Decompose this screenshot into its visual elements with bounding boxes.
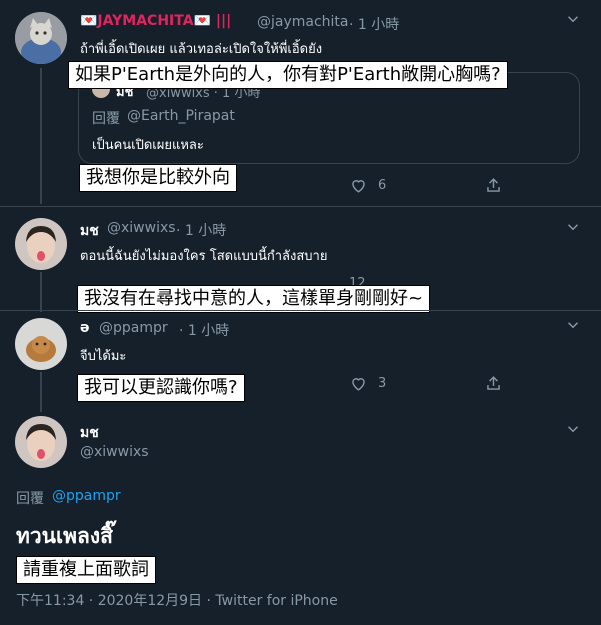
avatar[interactable] [15, 12, 67, 64]
avatar[interactable] [15, 318, 67, 370]
translation-caption: 如果P'Earth是外向的人，你有對P'Earth敞開心胸嗎? [68, 61, 508, 89]
tweet-text: ตอนนี้ฉันยังไม่มองใคร โสดแบบนี้กำลังสบาย [80, 249, 328, 264]
user-handle[interactable]: @xiwwixs [107, 220, 176, 236]
share-icon [487, 178, 500, 192]
tweet-text: จีบได้มะ [80, 349, 127, 364]
quote-reply-handle: @Earth_Pirapat [127, 108, 235, 124]
thread-line [40, 372, 42, 412]
quote-reply-label: 回覆 [92, 111, 120, 127]
chevron-down-icon[interactable] [564, 316, 582, 334]
timestamp[interactable]: · 1 小時 [179, 320, 229, 340]
display-name[interactable]: มช [80, 422, 99, 444]
thread-line [40, 272, 42, 312]
heart-icon [352, 378, 365, 391]
user-handle[interactable]: @xiwwixs [80, 444, 149, 460]
avatar[interactable] [15, 218, 67, 270]
thread-line [40, 68, 42, 204]
tweet-meta: 下午11:34 · 2020年12月9日 · Twitter for iPhon… [16, 593, 338, 609]
chevron-down-icon[interactable] [564, 218, 582, 236]
divider [0, 206, 601, 207]
display-name[interactable]: มช [80, 220, 99, 242]
share-button[interactable] [484, 176, 503, 195]
timestamp[interactable]: · 1 小時 [176, 220, 226, 240]
chevron-down-icon[interactable] [564, 420, 582, 438]
user-handle[interactable]: @ppampr [99, 320, 168, 336]
user-handle[interactable]: @jaymachita [257, 14, 349, 30]
translation-caption: 我可以更認識你嗎? [77, 374, 245, 402]
chevron-down-icon[interactable] [564, 10, 582, 28]
like-count: 3 [378, 376, 387, 391]
like-button[interactable]: 3 [349, 374, 386, 393]
reply-to-label: 回覆 [16, 491, 44, 507]
quote-text: เป็นคนเปิดเผยแหละ [92, 138, 204, 153]
tweet-text: ถ้าพี่เอิ้ดเปิดเผย แล้วเทอล่ะเปิดใจให้พี… [80, 42, 323, 57]
avatar[interactable] [15, 416, 67, 468]
main-tweet-text: ทวนเพลงสิ๊ [16, 524, 113, 548]
translation-caption: 請重複上面歌詞 [16, 556, 156, 584]
translation-caption: 我沒有在尋找中意的人，這樣單身剛剛好~ [77, 285, 431, 313]
like-count: 6 [378, 178, 387, 193]
display-name[interactable]: 💌JAYMACHITA💌 ||| [80, 13, 231, 29]
translation-caption: 我想你是比較外向 [79, 164, 237, 192]
share-icon [487, 376, 500, 390]
heart-icon [352, 180, 365, 193]
display-name[interactable]: ə [80, 320, 90, 336]
reply-to-handle[interactable]: @ppampr [52, 488, 121, 504]
timestamp[interactable]: · 1 小時 [349, 14, 399, 34]
divider [0, 310, 601, 311]
share-button[interactable] [484, 374, 503, 393]
like-button[interactable]: 6 [349, 176, 386, 195]
